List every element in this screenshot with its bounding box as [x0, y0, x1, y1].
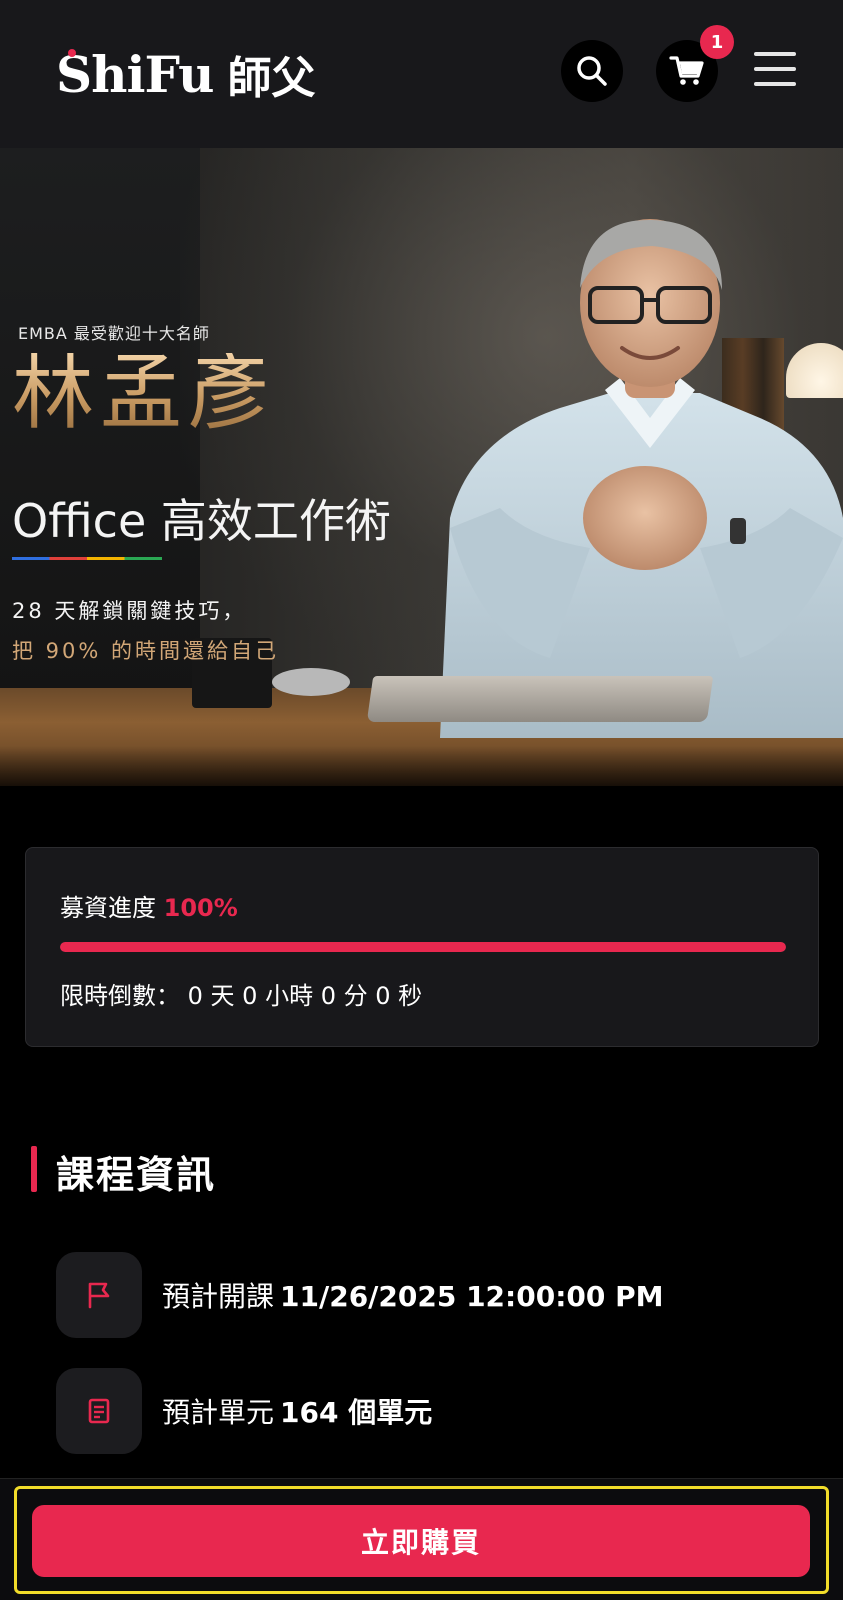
hero-tagline-1: 28 天解鎖關鍵技巧，: [12, 599, 247, 623]
hero-tagline-2: 把 90% 的時間還給自己: [12, 639, 280, 663]
top-header: ShiFu 師父 1: [0, 0, 843, 148]
funding-percent: 100%: [163, 894, 238, 922]
info-value-start: 11/26/2025 12:00:00 PM: [280, 1280, 664, 1313]
hero-banner: EMBA 最受歡迎十大名師 林孟彥 Office 高效工作術 28 天解鎖關鍵技…: [0, 148, 843, 786]
funding-progress-bar: [60, 942, 786, 952]
cart-count-badge: 1: [700, 25, 734, 59]
hero-eyebrow: EMBA 最受歡迎十大名師: [18, 324, 210, 343]
flag-icon: [88, 1282, 110, 1309]
logo-chinese: 師父: [227, 53, 316, 104]
menu-icon: [754, 52, 796, 56]
course-info-title: 課程資訊: [56, 1153, 217, 1197]
laptop-image: [366, 676, 714, 722]
info-label-start: 預計開課: [162, 1280, 275, 1313]
instructor-portrait: [440, 219, 843, 738]
office-underline: [12, 557, 162, 560]
logo-wordmark: ShiFu: [56, 44, 214, 104]
info-value-units: 164 個單元: [280, 1396, 433, 1429]
info-row-start-date: 預計開課 11/26/2025 12:00:00 PM: [56, 1252, 664, 1338]
countdown-label: 限時倒數：: [60, 982, 180, 1010]
shifu-logo[interactable]: ShiFu 師父: [56, 44, 316, 105]
info-row-units: 預計單元 164 個單元: [56, 1368, 432, 1454]
course-title: Office 高效工作術: [12, 494, 391, 548]
document-icon: [88, 1398, 110, 1424]
funding-progress-fill: [60, 942, 786, 952]
search-icon: [577, 56, 607, 86]
info-label-units: 預計單元: [162, 1396, 275, 1429]
search-button[interactable]: [561, 40, 623, 102]
countdown-value: 0 天 0 小時 0 分 0 秒: [187, 982, 423, 1010]
menu-button[interactable]: [752, 48, 798, 90]
instructor-name: 林孟彥: [12, 346, 277, 441]
cart-icon: [669, 56, 704, 85]
buy-now-button[interactable]: 立即購買: [32, 1505, 810, 1577]
funding-progress-card: 募資進度 100% 限時倒數： 0 天 0 小時 0 分 0 秒: [25, 847, 819, 1047]
section-accent-bar: [31, 1146, 37, 1192]
funding-label: 募資進度: [60, 894, 156, 922]
